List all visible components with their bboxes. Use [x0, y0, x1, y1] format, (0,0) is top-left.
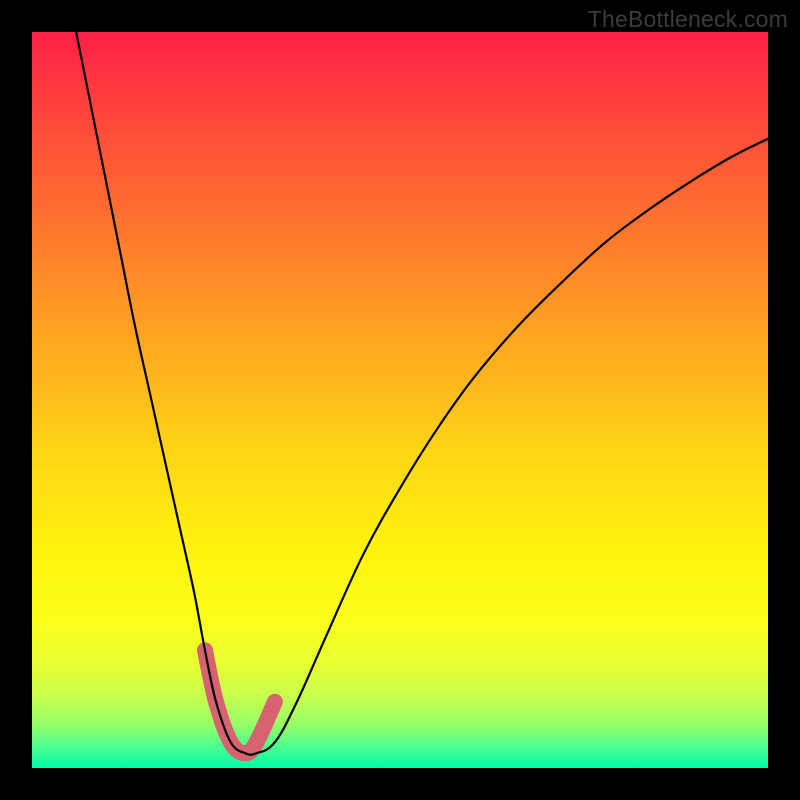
watermark-text: TheBottleneck.com — [588, 6, 788, 33]
curve-layer — [32, 32, 768, 768]
bottleneck-curve-path — [76, 32, 768, 755]
chart-frame: TheBottleneck.com — [0, 0, 800, 800]
